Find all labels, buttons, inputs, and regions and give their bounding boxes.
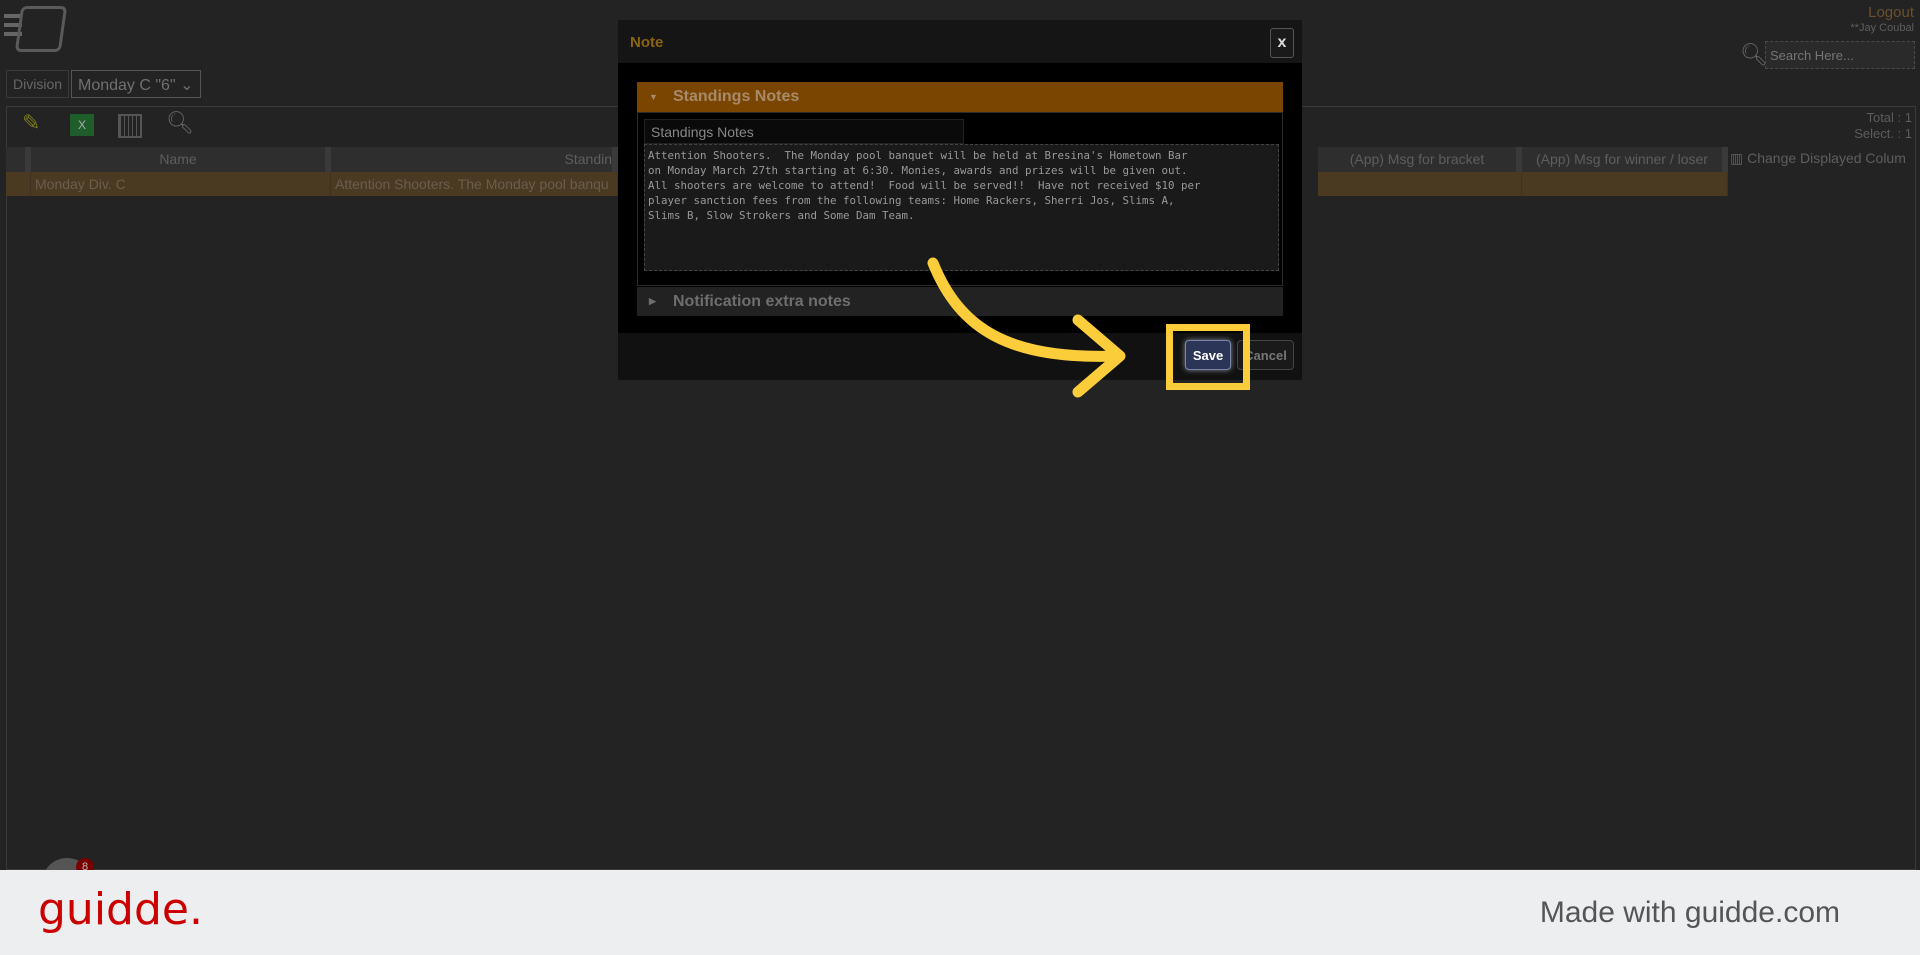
- guidde-footer: guidde. Made with guidde.com: [0, 870, 1920, 955]
- made-with-text: Made with guidde.com: [1539, 896, 1840, 929]
- arrow-curve: [927, 257, 1124, 362]
- highlight-box: [1166, 324, 1250, 390]
- annotation-arrow: [927, 257, 1126, 398]
- guidde-logo: guidde.: [38, 884, 203, 935]
